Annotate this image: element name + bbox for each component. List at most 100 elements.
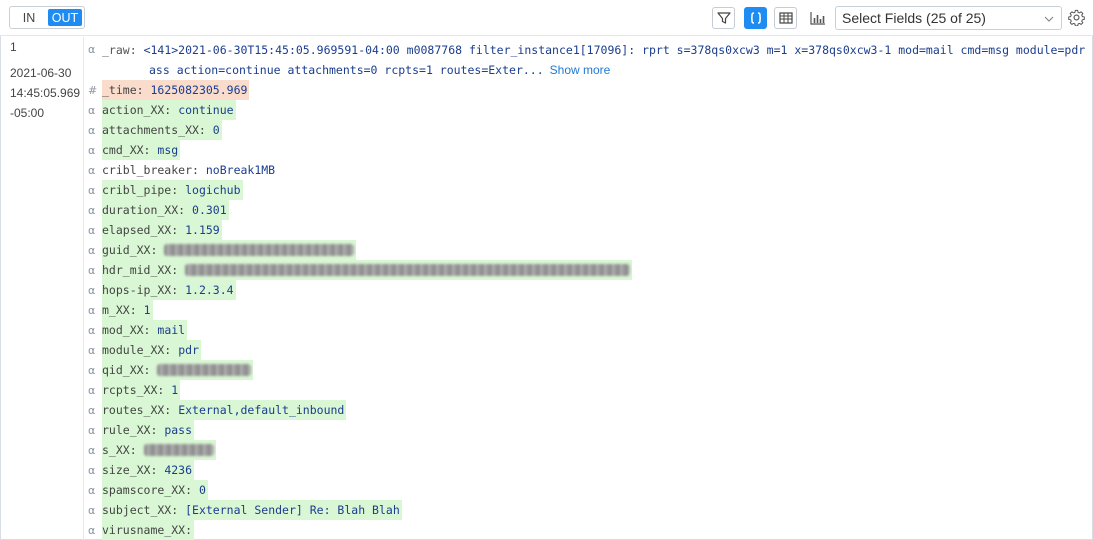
- field-key-value: rule_XX: pass: [102, 420, 195, 440]
- field-row[interactable]: α action_XX: continue: [88, 100, 236, 120]
- field-key-value: hops-ip_XX: 1.2.3.4: [102, 280, 236, 300]
- event-timezone: -05:00: [10, 106, 45, 120]
- field-value: noBreak1MB: [205, 163, 276, 177]
- chevron-down-icon: [1044, 16, 1054, 22]
- field-value: 1625082305.969: [150, 83, 248, 97]
- field-key: routes_XX:: [102, 403, 172, 417]
- field-key-value: elapsed_XX: 1.159: [102, 220, 222, 240]
- field-key: cmd_XX:: [102, 143, 151, 157]
- field-row[interactable]: α attachments_XX: 0: [88, 120, 222, 140]
- field-row[interactable]: α qid_XX:: [88, 360, 254, 380]
- gear-icon[interactable]: [1068, 9, 1085, 26]
- field-row[interactable]: # _time: 1625082305.969: [88, 80, 250, 100]
- field-key: s_XX:: [102, 443, 137, 457]
- field-row[interactable]: α duration_XX: 0.301: [88, 200, 229, 220]
- toggle-in[interactable]: IN: [12, 9, 46, 26]
- field-row[interactable]: α subject_XX: [External Sender] Re: Blah …: [88, 500, 402, 520]
- event-row-number: 1: [10, 40, 17, 54]
- field-key: attachments_XX:: [102, 123, 206, 137]
- field-value: msg: [157, 143, 179, 157]
- field-row[interactable]: α module_XX: pdr: [88, 340, 201, 360]
- filter-icon: [716, 12, 731, 24]
- select-fields-dropdown[interactable]: Select Fields (25 of 25): [835, 6, 1062, 30]
- string-type-icon: α: [88, 404, 96, 417]
- toggle-out[interactable]: OUT: [48, 9, 82, 26]
- field-value: External,default_inbound: [178, 403, 345, 417]
- field-row[interactable]: α routes_XX: External,default_inbound: [88, 400, 347, 420]
- field-row[interactable]: α cmd_XX: msg: [88, 140, 181, 160]
- field-row[interactable]: α rule_XX: pass: [88, 420, 195, 440]
- string-type-icon: α: [88, 244, 96, 257]
- field-key-value: module_XX: pdr: [102, 340, 201, 360]
- field-value: logichub: [185, 183, 241, 197]
- json-view-button[interactable]: [744, 7, 767, 29]
- string-type-icon: α: [88, 104, 96, 117]
- string-type-icon: α: [88, 304, 96, 317]
- string-type-icon: α: [88, 504, 96, 517]
- string-type-icon: α: [88, 364, 96, 377]
- preview-toolbar: IN OUT Select Fields (25 of 25): [0, 0, 1093, 36]
- string-type-icon: α: [88, 324, 96, 337]
- field-key: subject_XX:: [102, 503, 179, 517]
- field-key-value: m_XX: 1: [102, 300, 153, 320]
- string-type-icon: α: [88, 384, 96, 397]
- field-key-value: size_XX: 4236: [102, 460, 195, 480]
- field-key-value: duration_XX: 0.301: [102, 200, 229, 220]
- field-key: size_XX:: [102, 463, 158, 477]
- table-view-button[interactable]: [774, 7, 797, 29]
- in-out-toggle[interactable]: IN OUT: [9, 6, 85, 29]
- field-key: guid_XX:: [102, 243, 158, 257]
- string-type-icon: α: [88, 204, 96, 217]
- field-key-value: cmd_XX: msg: [102, 140, 181, 160]
- field-value: [External Sender] Re: Blah Blah: [185, 503, 400, 517]
- field-row[interactable]: α hops-ip_XX: 1.2.3.4: [88, 280, 236, 300]
- field-row[interactable]: α rcpts_XX: 1: [88, 380, 181, 400]
- field-key: spamscore_XX:: [102, 483, 193, 497]
- field-key: qid_XX:: [102, 363, 151, 377]
- raw-value-line2: ass action=continue attachments=0 rcpts=…: [149, 63, 544, 77]
- field-value: mail: [157, 323, 186, 337]
- braces-icon: [750, 12, 761, 24]
- field-row[interactable]: α cribl_breaker: noBreak1MB: [88, 160, 277, 180]
- event-time: 14:45:05.969: [10, 86, 81, 100]
- field-key-value: s_XX:: [102, 440, 216, 460]
- string-type-icon: α: [88, 43, 96, 56]
- field-row[interactable]: α size_XX: 4236: [88, 460, 195, 480]
- field-value: 1: [143, 303, 151, 317]
- field-key-value: cribl_breaker: noBreak1MB: [102, 160, 277, 180]
- number-type-icon: #: [88, 84, 98, 97]
- field-key: cribl_pipe:: [102, 183, 179, 197]
- field-key-value: qid_XX:: [102, 360, 254, 380]
- field-key-value: _time: 1625082305.969: [102, 80, 250, 100]
- field-row[interactable]: α cribl_pipe: logichub: [88, 180, 243, 200]
- filter-button[interactable]: [712, 7, 735, 29]
- chart-button[interactable]: [807, 8, 829, 28]
- string-type-icon: α: [88, 484, 96, 497]
- field-value: continue: [178, 103, 234, 117]
- field-key: elapsed_XX:: [102, 223, 179, 237]
- field-row[interactable]: α spamscore_XX: 0: [88, 480, 208, 500]
- string-type-icon: α: [88, 124, 96, 137]
- string-type-icon: α: [88, 444, 96, 457]
- string-type-icon: α: [88, 164, 96, 177]
- field-key: _time:: [102, 83, 144, 97]
- string-type-icon: α: [88, 424, 96, 437]
- field-row[interactable]: α m_XX: 1: [88, 300, 153, 320]
- field-key-value: subject_XX: [External Sender] Re: Blah B…: [102, 500, 402, 520]
- field-key-value: cribl_pipe: logichub: [102, 180, 243, 200]
- field-key: duration_XX:: [102, 203, 186, 217]
- event-date: 2021-06-30: [10, 66, 72, 80]
- field-value: 1.2.3.4: [185, 283, 234, 297]
- string-type-icon: α: [88, 464, 96, 477]
- field-row[interactable]: α elapsed_XX: 1.159: [88, 220, 222, 240]
- redacted-value: [185, 264, 631, 276]
- field-row[interactable]: α hdr_mid_XX:: [88, 260, 633, 280]
- field-row[interactable]: α guid_XX:: [88, 240, 357, 260]
- field-key: rule_XX:: [102, 423, 158, 437]
- field-row[interactable]: α virusname_XX:: [88, 520, 195, 540]
- field-row[interactable]: α s_XX:: [88, 440, 216, 460]
- show-more-link[interactable]: Show more: [550, 63, 611, 77]
- field-row[interactable]: α mod_XX: mail: [88, 320, 188, 340]
- field-value: 4236: [164, 463, 193, 477]
- field-key: m_XX:: [102, 303, 137, 317]
